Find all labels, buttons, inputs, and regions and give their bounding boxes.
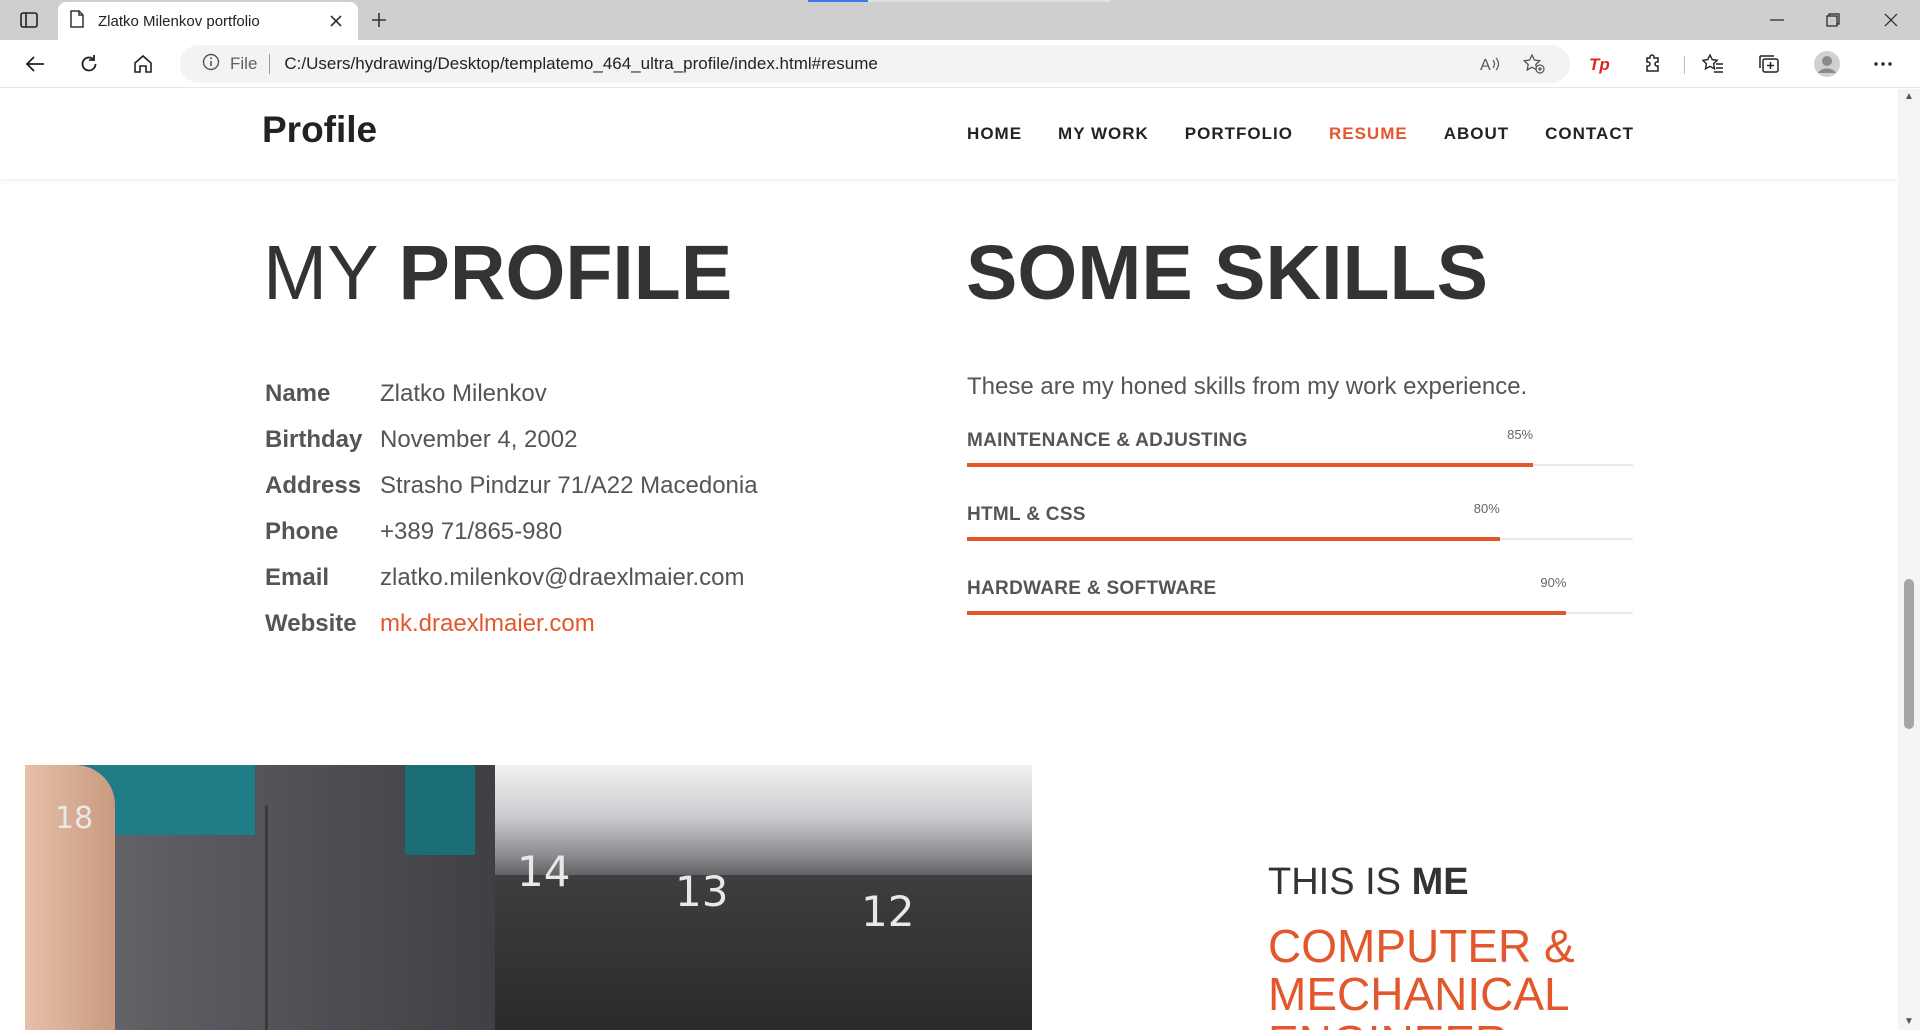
profile-photo: 18 14 13 12 [25, 765, 1032, 1030]
skill-fill [967, 463, 1534, 467]
my-profile-heading: MY PROFILE [263, 229, 732, 318]
skill-label: HTML & CSS [967, 504, 1086, 525]
info-value: Zlatko Milenkov [380, 380, 547, 407]
info-label: Birthday [265, 426, 363, 453]
extensions-icon[interactable] [1636, 48, 1670, 80]
nav-contact[interactable]: CONTACT [1545, 124, 1634, 144]
collections-icon[interactable] [1752, 48, 1786, 80]
file-label: File [230, 54, 258, 73]
photo-seam [265, 805, 268, 1030]
skill-percent: 90% [1540, 575, 1567, 590]
favorites-icon[interactable] [1696, 48, 1730, 80]
heading-bold: PROFILE [398, 230, 733, 316]
info-row-phone: Phone +389 71/865-980 [265, 509, 758, 555]
restore-icon[interactable] [1818, 8, 1848, 32]
some-skills-heading: SOME SKILLS [966, 229, 1488, 318]
url-text[interactable]: C:/Users/hydrawing/Desktop/templatemo_46… [284, 54, 877, 74]
skill-bar: MAINTENANCE & ADJUSTING 85% [967, 427, 1633, 490]
nav-my-work[interactable]: MY WORK [1058, 124, 1149, 144]
scrollbar-thumb[interactable] [1904, 579, 1914, 729]
photo-number: 14 [517, 847, 571, 896]
site-brand[interactable]: Profile [262, 109, 377, 151]
info-row-birthday: Birthday November 4, 2002 [265, 417, 758, 463]
heading-bold: SOME [966, 230, 1193, 316]
browser-tab-strip: Zlatko Milenkov portfolio [0, 0, 1920, 40]
heading-light: SKILLS [1192, 230, 1488, 316]
back-arrow-icon[interactable] [18, 48, 52, 80]
role-line: MECHANICAL [1268, 968, 1570, 1020]
photo-shirt-sleeve [405, 765, 475, 855]
profile-info-list: Name Zlatko Milenkov Birthday November 4… [265, 371, 758, 647]
browser-tab[interactable]: Zlatko Milenkov portfolio [58, 2, 358, 40]
info-label: Phone [265, 518, 339, 545]
new-tab-button[interactable] [366, 8, 392, 32]
role-line: COMPUTER & [1268, 920, 1575, 972]
tp-extension-icon[interactable]: Tp [1582, 48, 1616, 80]
more-options-icon[interactable] [1866, 48, 1900, 80]
svg-text:Tp: Tp [1589, 55, 1610, 74]
role-heading: COMPUTER & MECHANICAL ENGINEER [1268, 922, 1828, 1030]
loading-indicator-track [868, 0, 1110, 2]
close-tab-icon[interactable] [326, 11, 346, 31]
skill-label: HARDWARE & SOFTWARE [967, 578, 1217, 599]
skill-bar: HARDWARE & SOFTWARE 90% [967, 575, 1633, 638]
info-row-name: Name Zlatko Milenkov [265, 371, 758, 417]
heading-light: THIS IS [1268, 861, 1412, 903]
skill-percent: 85% [1507, 427, 1534, 442]
profile-avatar-icon[interactable] [1810, 48, 1844, 80]
browser-toolbar: File C:/Users/hydrawing/Desktop/template… [0, 40, 1920, 88]
svg-text:A: A [1480, 57, 1491, 73]
info-value: Strasho Pindzur 71/A22 Macedonia [380, 472, 758, 499]
tab-title: Zlatko Milenkov portfolio [98, 12, 260, 30]
add-favorite-icon[interactable] [1522, 54, 1546, 74]
heading-bold: ME [1411, 861, 1469, 903]
info-row-address: Address Strasho Pindzur 71/A22 Macedonia [265, 463, 758, 509]
website-link[interactable]: mk.draexlmaier.com [380, 610, 595, 638]
page-scrollbar[interactable]: ▲ ▼ [1898, 89, 1920, 1030]
minimize-icon[interactable] [1762, 8, 1792, 32]
close-window-icon[interactable] [1876, 8, 1906, 32]
photo-number: 13 [675, 867, 729, 916]
site-navbar: Profile HOME MY WORK PORTFOLIO RESUME AB… [0, 89, 1898, 179]
info-value: zlatko.milenkov@draexlmaier.com [380, 564, 745, 591]
info-value: November 4, 2002 [380, 426, 578, 453]
web-page: Profile HOME MY WORK PORTFOLIO RESUME AB… [0, 89, 1898, 1030]
address-separator [269, 54, 271, 74]
photo-number: 12 [861, 887, 915, 936]
info-label: Address [265, 472, 362, 499]
info-label: Email [265, 564, 330, 591]
info-value: +389 71/865-980 [380, 518, 563, 545]
nav-home[interactable]: HOME [967, 124, 1022, 144]
skill-fill [967, 537, 1500, 541]
scroll-up-arrow-icon[interactable]: ▲ [1898, 89, 1920, 105]
scroll-down-arrow-icon[interactable]: ▼ [1898, 1014, 1920, 1030]
nav-about[interactable]: ABOUT [1444, 124, 1509, 144]
this-is-me-heading: THIS IS ME [1268, 861, 1469, 904]
skill-percent: 80% [1473, 501, 1500, 516]
page-icon [70, 9, 84, 33]
skill-label: MAINTENANCE & ADJUSTING [967, 430, 1248, 451]
nav-resume[interactable]: RESUME [1329, 124, 1408, 144]
info-label: Website [265, 610, 357, 637]
sidebar-toggle-icon[interactable] [14, 8, 44, 32]
photo-panel [455, 875, 1032, 1030]
skills-intro: These are my honed skills from my work e… [967, 373, 1528, 400]
address-bar[interactable]: File C:/Users/hydrawing/Desktop/template… [180, 45, 1570, 83]
toolbar-divider [1684, 56, 1685, 74]
info-icon[interactable] [202, 53, 220, 76]
read-aloud-icon[interactable]: A [1478, 54, 1502, 74]
info-row-email: Email zlatko.milenkov@draexlmaier.com [265, 555, 758, 601]
nav-menu: HOME MY WORK PORTFOLIO RESUME ABOUT CONT… [967, 124, 1634, 144]
info-label: Name [265, 380, 331, 407]
info-row-website: Website mk.draexlmaier.com [265, 601, 758, 647]
home-icon[interactable] [126, 48, 160, 80]
skill-fill [967, 611, 1567, 615]
photo-number: 18 [55, 801, 94, 836]
reload-icon[interactable] [72, 48, 106, 80]
heading-light: MY [263, 230, 399, 316]
nav-portfolio[interactable]: PORTFOLIO [1185, 124, 1293, 144]
loading-indicator [808, 0, 868, 2]
skill-bar: HTML & CSS 80% [967, 501, 1633, 564]
